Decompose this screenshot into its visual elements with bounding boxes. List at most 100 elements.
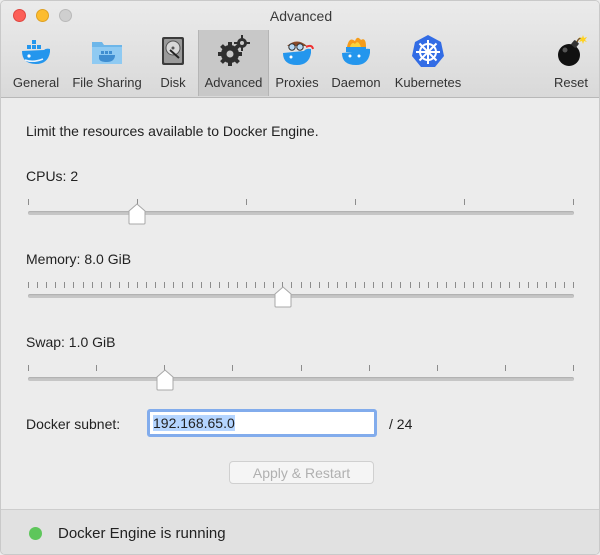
- tab-advanced[interactable]: Advanced: [198, 30, 269, 96]
- tab-file-sharing[interactable]: File Sharing: [67, 30, 147, 96]
- slider-tick: [573, 282, 574, 288]
- slider-tick: [73, 282, 74, 288]
- slider-tick: [482, 282, 483, 288]
- slider-tick: [428, 282, 429, 288]
- tab-daemon[interactable]: Daemon: [326, 30, 386, 96]
- slider-tick: [491, 282, 492, 288]
- gears-icon: [217, 35, 250, 66]
- slider-tick: [437, 365, 438, 371]
- slider-tick: [555, 282, 556, 288]
- memory-label: Memory: 8.0 GiB: [26, 251, 132, 267]
- cpus-slider[interactable]: [28, 199, 574, 225]
- slider-tick: [410, 282, 411, 288]
- tab-proxies-label: Proxies: [275, 75, 319, 90]
- slider-tick: [346, 282, 347, 288]
- slider-tick: [391, 282, 392, 288]
- slider-tick: [301, 282, 302, 288]
- slider-tick: [228, 282, 229, 288]
- slider-tick: [310, 282, 311, 288]
- slider-track: [28, 377, 574, 381]
- slider-tick: [246, 282, 247, 288]
- slider-tick: [64, 282, 65, 288]
- tab-disk-label: Disk: [160, 75, 186, 90]
- slider-tick: [46, 282, 47, 288]
- slider-tick: [455, 282, 456, 288]
- slider-tick: [101, 282, 102, 288]
- slider-tick: [382, 282, 383, 288]
- reset-button[interactable]: Reset: [547, 30, 595, 96]
- memory-slider[interactable]: [28, 282, 574, 308]
- slider-tick: [28, 365, 29, 371]
- slider-tick: [505, 365, 506, 371]
- status-text: Docker Engine is running: [58, 525, 226, 542]
- slider-tick: [437, 282, 438, 288]
- tab-general[interactable]: General: [7, 30, 65, 96]
- slider-tick: [96, 365, 97, 371]
- advanced-pane: Limit the resources available to Docker …: [1, 98, 599, 508]
- slider-tick: [355, 282, 356, 288]
- shared-folder-icon: [92, 42, 122, 64]
- slider-tick: [355, 199, 356, 205]
- slider-tick: [446, 282, 447, 288]
- whale-fire-icon: [342, 37, 370, 65]
- slider-tick: [473, 282, 474, 288]
- slider-thumb[interactable]: [155, 369, 175, 391]
- slider-tick: [564, 282, 565, 288]
- status-bar: Docker Engine is running: [1, 509, 599, 554]
- slider-tick: [110, 282, 111, 288]
- slider-tick: [337, 282, 338, 288]
- window-title: Advanced: [269, 8, 333, 24]
- status-indicator: [29, 527, 42, 540]
- slider-tick: [55, 282, 56, 288]
- swap-label: Swap: 1.0 GiB: [26, 334, 116, 350]
- slider-tick: [464, 199, 465, 205]
- tab-disk[interactable]: Disk: [151, 30, 195, 96]
- slider-tick: [519, 282, 520, 288]
- cpus-label: CPUs: 2: [26, 168, 79, 184]
- slider-thumb[interactable]: [127, 203, 147, 225]
- tab-file-sharing-label: File Sharing: [72, 75, 142, 90]
- slider-tick: [219, 282, 220, 288]
- slider-tick: [364, 282, 365, 288]
- subnet-input[interactable]: [147, 409, 377, 437]
- hard-disk-icon: [162, 37, 184, 65]
- intro-text: Limit the resources available to Docker …: [26, 123, 319, 139]
- slider-tick: [210, 282, 211, 288]
- slider-ticks: [28, 365, 574, 373]
- swap-slider[interactable]: [28, 365, 574, 391]
- slider-tick: [246, 199, 247, 205]
- slider-tick: [155, 282, 156, 288]
- apply-restart-button[interactable]: Apply & Restart: [229, 461, 374, 484]
- tab-general-label: General: [12, 75, 60, 90]
- tab-kubernetes[interactable]: Kubernetes: [389, 30, 467, 96]
- slider-tick: [182, 282, 183, 288]
- slider-tick: [537, 282, 538, 288]
- kubernetes-helm-icon: [412, 35, 444, 67]
- tab-proxies[interactable]: Proxies: [271, 30, 323, 96]
- whale-aviator-icon: [283, 41, 314, 65]
- slider-tick: [369, 365, 370, 371]
- slider-tick: [319, 282, 320, 288]
- slider-tick: [146, 282, 147, 288]
- slider-thumb[interactable]: [273, 286, 293, 308]
- subnet-label: Docker subnet:: [26, 416, 121, 432]
- slider-tick: [264, 282, 265, 288]
- slider-tick: [37, 282, 38, 288]
- slider-tick: [500, 282, 501, 288]
- slider-tick: [573, 365, 574, 371]
- slider-tick: [128, 282, 129, 288]
- slider-track: [28, 211, 574, 215]
- slider-tick: [83, 282, 84, 288]
- slider-tick: [119, 282, 120, 288]
- docker-whale-icon: [22, 40, 50, 64]
- tab-daemon-label: Daemon: [331, 75, 381, 90]
- bomb-icon: [558, 35, 587, 66]
- reset-label: Reset: [554, 75, 588, 90]
- slider-ticks: [28, 199, 574, 207]
- slider-tick: [464, 282, 465, 288]
- slider-tick: [328, 282, 329, 288]
- slider-tick: [546, 282, 547, 288]
- subnet-mask-suffix: / 24: [389, 416, 413, 432]
- slider-tick: [92, 282, 93, 288]
- slider-tick: [419, 282, 420, 288]
